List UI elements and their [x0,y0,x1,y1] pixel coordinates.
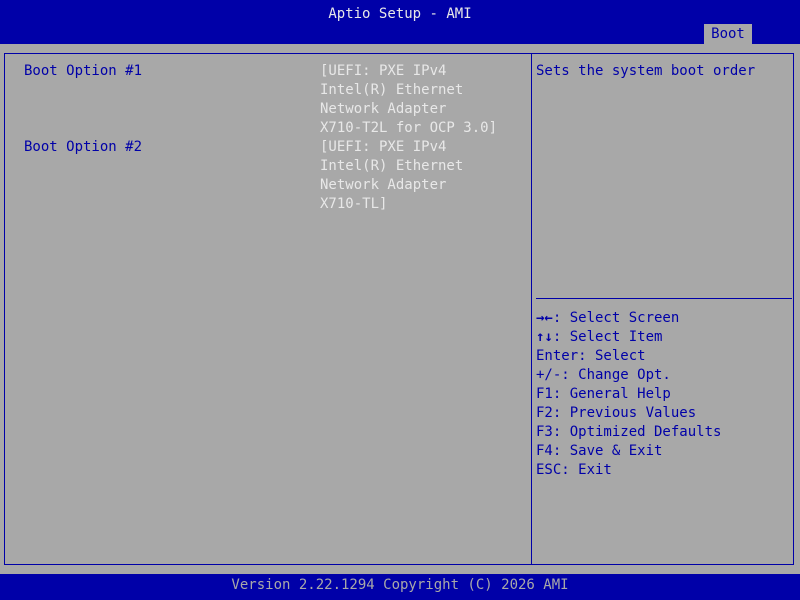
vertical-divider [531,53,532,565]
boot-option-1-value-line: Network Adapter [320,101,447,117]
boot-option-1-value-line: X710-T2L for OCP 3.0] [320,120,498,136]
boot-option-1-value-line: Intel(R) Ethernet [320,82,464,98]
key-help-item: →←: Select Screen [536,310,680,326]
key-help-item: ↑↓: Select Item [536,329,663,345]
key-help-item: F4: Save & Exit [536,443,663,459]
title-bar: Aptio Setup - AMI Boot [0,0,800,44]
boot-option-2-value-line: X710-TL] [320,196,388,212]
boot-option-2-value[interactable]: [UEFI: PXE IPv4 Intel(R) Ethernet Networ… [320,138,463,214]
key-help-item: F3: Optimized Defaults [536,424,722,440]
main-panel: Boot Option #1 [UEFI: PXE IPv4 Intel(R) … [0,44,800,574]
version-text: Version 2.22.1294 Copyright (C) 2026 AMI [231,577,569,593]
help-description: Sets the system boot order [536,63,756,79]
app-title: Aptio Setup - AMI [328,6,472,22]
footer-bar: Version 2.22.1294 Copyright (C) 2026 AMI [0,574,800,600]
boot-option-1-label[interactable]: Boot Option #1 [24,62,142,81]
key-help-item: Enter: Select [536,348,646,364]
boot-option-2-value-line: Intel(R) Ethernet [320,158,464,174]
boot-option-1-value-line: [UEFI: PXE IPv4 [320,63,447,79]
boot-option-1-value[interactable]: [UEFI: PXE IPv4 Intel(R) Ethernet Networ… [320,62,497,138]
boot-option-2-value-line: Network Adapter [320,177,447,193]
up-down-arrow-icon: ↑↓ [536,329,553,345]
left-right-arrow-icon: →← [536,310,553,326]
key-help-item: F2: Previous Values [536,405,697,421]
key-help-item: ESC: Exit [536,462,612,478]
horizontal-divider [536,298,792,299]
boot-option-2-value-line: [UEFI: PXE IPv4 [320,139,447,155]
key-help-list: →←: Select Screen ↑↓: Select Item Enter:… [536,309,721,480]
key-help-item: +/-: Change Opt. [536,367,671,383]
key-help-item: F1: General Help [536,386,671,402]
boot-option-2-label[interactable]: Boot Option #2 [24,138,142,157]
tab-boot[interactable]: Boot [704,24,752,44]
